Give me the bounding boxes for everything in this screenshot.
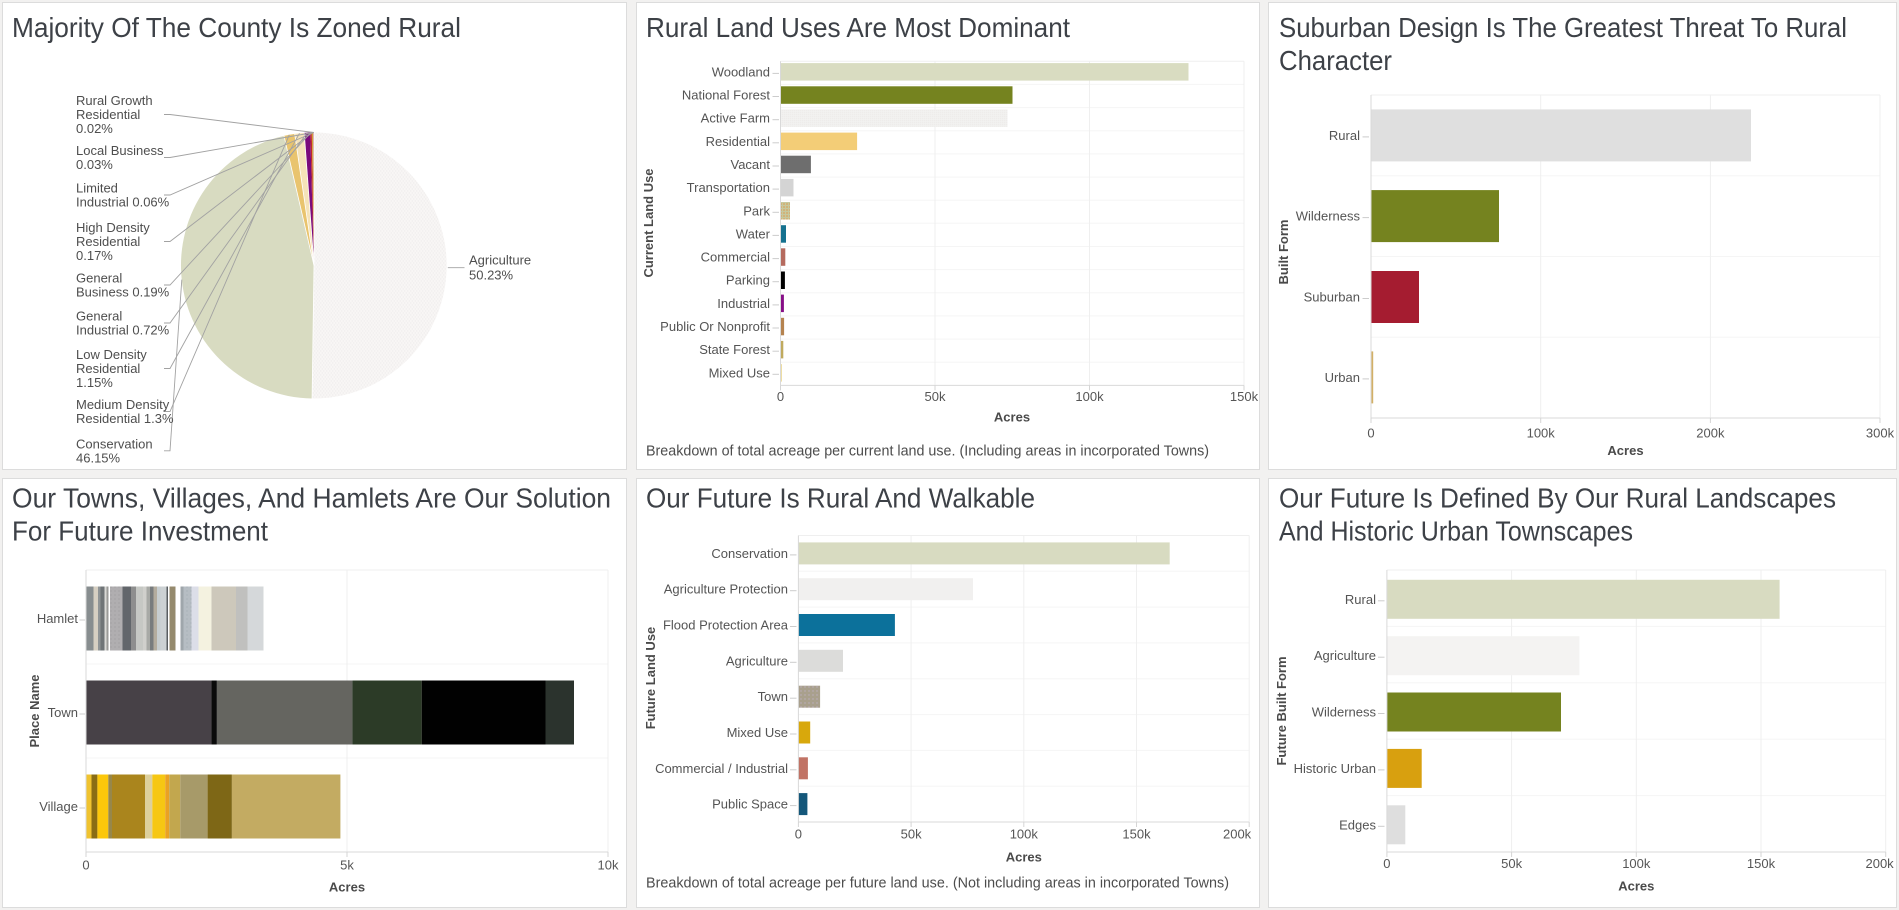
svg-text:200k: 200k — [1865, 856, 1894, 871]
svg-text:Business 0.19%: Business 0.19% — [76, 285, 170, 300]
svg-text:5k: 5k — [340, 858, 354, 873]
svg-text:Agriculture: Agriculture — [726, 653, 788, 668]
svg-text:Water: Water — [736, 226, 771, 241]
svg-text:Hamlet: Hamlet — [37, 611, 79, 626]
svg-text:46.15%: 46.15% — [76, 450, 121, 465]
svg-text:Place Name: Place Name — [27, 675, 42, 748]
svg-text:0: 0 — [795, 827, 802, 842]
svg-text:Suburban Design Is The Greates: Suburban Design Is The Greatest Threat T… — [1279, 12, 1847, 43]
svg-text:Industrial: Industrial — [717, 296, 770, 311]
svg-text:Acres: Acres — [329, 880, 365, 895]
svg-text:Mixed Use: Mixed Use — [727, 725, 788, 740]
svg-text:General: General — [76, 271, 122, 286]
svg-text:Rural: Rural — [1345, 592, 1376, 607]
svg-text:Suburban: Suburban — [1304, 290, 1360, 305]
svg-text:Parking: Parking — [726, 273, 770, 288]
svg-text:0: 0 — [82, 858, 89, 873]
svg-text:Agriculture Protection: Agriculture Protection — [664, 582, 788, 597]
svg-text:50k: 50k — [925, 389, 946, 404]
svg-text:State Forest: State Forest — [699, 342, 770, 357]
svg-text:Limited: Limited — [76, 181, 118, 196]
svg-text:Acres: Acres — [1607, 443, 1643, 458]
svg-text:Urban: Urban — [1325, 370, 1360, 385]
svg-text:0.02%: 0.02% — [76, 121, 113, 136]
svg-text:Character: Character — [1279, 45, 1392, 76]
svg-text:Village: Village — [39, 799, 78, 814]
svg-text:Our Towns, Villages, And Hamle: Our Towns, Villages, And Hamlets Are Our… — [12, 483, 611, 514]
svg-text:1.15%: 1.15% — [76, 375, 113, 390]
svg-text:Vacant: Vacant — [730, 157, 770, 172]
svg-text:Town: Town — [758, 689, 788, 704]
svg-text:Majority Of The County Is Zone: Majority Of The County Is Zoned Rural — [12, 12, 461, 43]
svg-text:Wilderness: Wilderness — [1312, 705, 1377, 720]
svg-text:300k: 300k — [1866, 426, 1895, 441]
svg-text:Future Land Use: Future Land Use — [643, 627, 658, 730]
svg-text:Future Built Form: Future Built Form — [1274, 656, 1289, 765]
svg-text:0: 0 — [1367, 426, 1374, 441]
svg-text:150k: 150k — [1122, 827, 1151, 842]
svg-text:10k: 10k — [598, 858, 619, 873]
svg-text:100k: 100k — [1622, 856, 1651, 871]
svg-text:Acres: Acres — [1618, 879, 1654, 894]
svg-text:Residential: Residential — [76, 361, 140, 376]
svg-text:100k: 100k — [1010, 827, 1039, 842]
svg-text:0: 0 — [1383, 856, 1390, 871]
svg-text:Conservation: Conservation — [711, 546, 788, 561]
svg-text:National Forest: National Forest — [682, 88, 771, 103]
svg-text:Acres: Acres — [994, 410, 1030, 425]
svg-text:Edges: Edges — [1339, 817, 1376, 832]
svg-text:Our Future Is Rural And Walkab: Our Future Is Rural And Walkable — [646, 483, 1035, 514]
svg-text:General: General — [76, 309, 122, 324]
svg-text:200k: 200k — [1696, 426, 1725, 441]
svg-text:200k: 200k — [1223, 827, 1252, 842]
svg-text:Commercial: Commercial — [701, 250, 770, 265]
svg-text:Rural Land Uses Are Most Domin: Rural Land Uses Are Most Dominant — [646, 12, 1070, 43]
svg-text:150k: 150k — [1747, 856, 1776, 871]
svg-text:Residential: Residential — [76, 107, 140, 122]
svg-text:For Future Investment: For Future Investment — [12, 516, 268, 547]
svg-text:Acres: Acres — [1006, 850, 1042, 865]
svg-text:Flood Protection Area: Flood Protection Area — [663, 618, 789, 633]
svg-text:Mixed Use: Mixed Use — [709, 365, 770, 380]
svg-text:50.23%: 50.23% — [469, 268, 514, 283]
svg-text:50k: 50k — [901, 827, 922, 842]
svg-text:Agriculture: Agriculture — [469, 253, 531, 268]
svg-text:High Density: High Density — [76, 220, 150, 235]
svg-text:Breakdown of total acreage per: Breakdown of total acreage per current l… — [646, 443, 1209, 460]
svg-text:100k: 100k — [1527, 426, 1556, 441]
svg-text:Built Form: Built Form — [1276, 220, 1291, 285]
svg-text:Low Density: Low Density — [76, 347, 147, 362]
svg-text:Residential 1.3%: Residential 1.3% — [76, 411, 174, 426]
svg-text:Residential: Residential — [706, 134, 770, 149]
svg-text:Public Or Nonprofit: Public Or Nonprofit — [660, 319, 770, 334]
svg-text:Commercial / Industrial: Commercial / Industrial — [655, 761, 788, 776]
svg-text:Residential: Residential — [76, 234, 140, 249]
svg-text:Historic Urban: Historic Urban — [1294, 761, 1376, 776]
svg-text:Agriculture: Agriculture — [1314, 648, 1376, 663]
svg-text:0.17%: 0.17% — [76, 248, 113, 263]
svg-text:Rural: Rural — [1329, 128, 1360, 143]
svg-text:Wilderness: Wilderness — [1296, 209, 1361, 224]
svg-text:Park: Park — [743, 203, 770, 218]
svg-text:150k: 150k — [1230, 389, 1259, 404]
svg-text:Active Farm: Active Farm — [701, 111, 770, 126]
svg-text:0: 0 — [777, 389, 784, 404]
svg-text:50k: 50k — [1501, 856, 1522, 871]
svg-text:Breakdown of total acreage per: Breakdown of total acreage per future la… — [646, 875, 1229, 892]
svg-text:Our Future Is Defined By Our R: Our Future Is Defined By Our Rural Lands… — [1279, 483, 1836, 514]
svg-text:Woodland: Woodland — [712, 64, 770, 79]
svg-text:Town: Town — [48, 705, 78, 720]
svg-text:Rural Growth: Rural Growth — [76, 93, 153, 108]
svg-text:Medium Density: Medium Density — [76, 397, 170, 412]
svg-text:100k: 100k — [1075, 389, 1104, 404]
svg-text:Industrial 0.06%: Industrial 0.06% — [76, 195, 170, 210]
svg-text:Public Space: Public Space — [712, 797, 788, 812]
svg-text:Local Business: Local Business — [76, 143, 164, 158]
svg-text:Conservation: Conservation — [76, 436, 153, 451]
svg-text:0.03%: 0.03% — [76, 157, 113, 172]
svg-text:Industrial 0.72%: Industrial 0.72% — [76, 323, 170, 338]
svg-text:And Historic Urban Townscapes: And Historic Urban Townscapes — [1279, 516, 1633, 547]
svg-text:Transportation: Transportation — [687, 180, 770, 195]
svg-text:Current Land Use: Current Land Use — [641, 168, 656, 277]
